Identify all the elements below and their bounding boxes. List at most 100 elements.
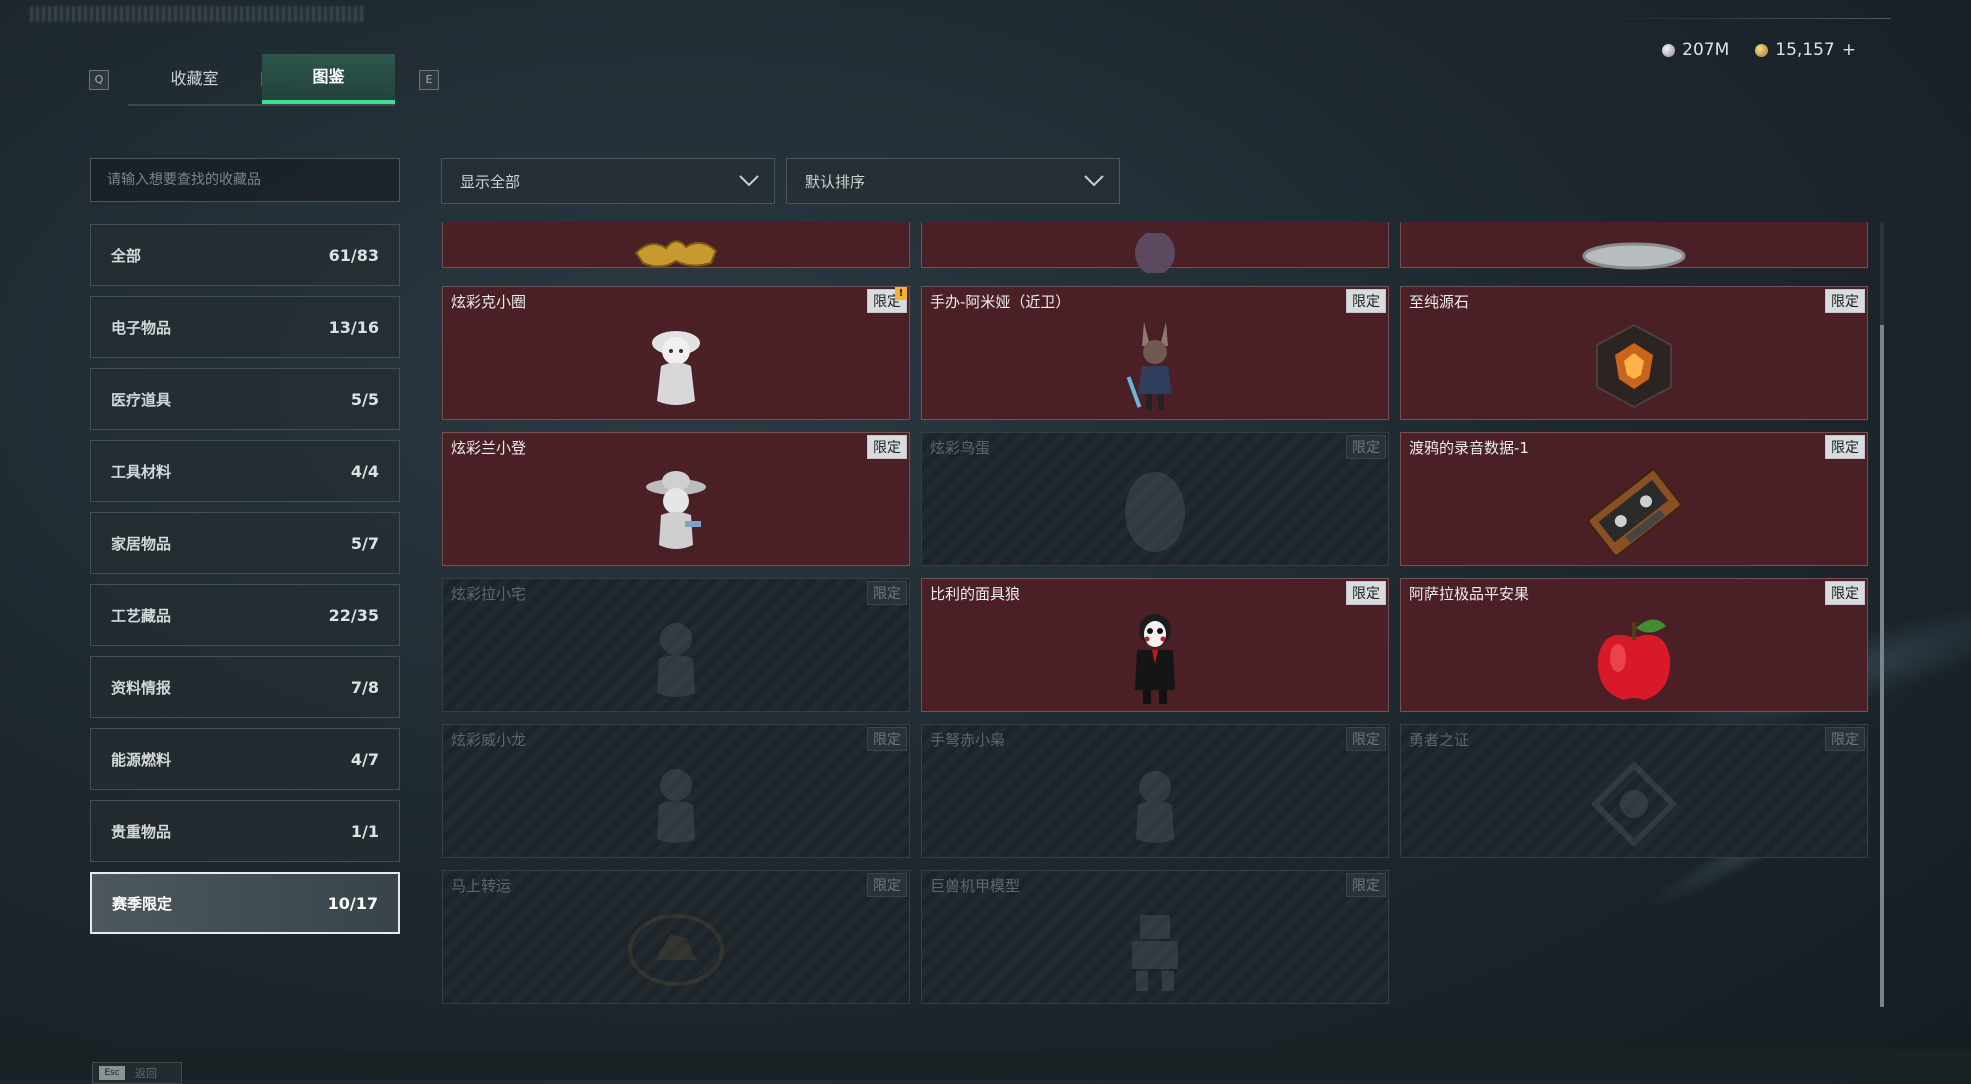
originium-crystal-icon (1596, 324, 1672, 409)
billy-puppet-icon (1135, 614, 1175, 705)
back-key-hint: Esc (99, 1066, 125, 1080)
cassette-tape-icon (1587, 469, 1682, 557)
collection-card[interactable]: 手弩赤小枭 限定 (921, 724, 1389, 858)
gold-coin-icon (1755, 43, 1769, 57)
gold-amount: 15,157 (1775, 40, 1835, 60)
limited-badge: 限定 (1346, 581, 1386, 605)
limited-badge: 限定 (1346, 289, 1386, 313)
silver-currency: 207M (1662, 40, 1729, 60)
category-count: 13/16 (328, 317, 379, 337)
owl-figure-icon (1136, 771, 1174, 844)
collection-card[interactable]: 阿萨拉极品平安果 限定 (1400, 578, 1868, 712)
mech-model-icon (1132, 915, 1178, 992)
collection-card[interactable]: 马上转运 限定 (442, 870, 910, 1004)
tab-collection-room[interactable]: 收藏室 (128, 54, 261, 104)
tab-catalog[interactable]: 图鉴 (262, 54, 395, 104)
category-energy[interactable]: 能源燃料 4/7 (90, 728, 400, 790)
collection-card[interactable]: 巨兽机甲模型 限定 (921, 870, 1389, 1004)
collection-card[interactable]: 炫彩克小圈 限定 ! (442, 286, 910, 420)
golden-dragon-icon (634, 240, 718, 268)
egg-icon (1125, 472, 1185, 553)
category-label: 工艺藏品 (111, 606, 172, 625)
egg-icon (1135, 233, 1175, 273)
badge-emblem-icon (1590, 760, 1678, 848)
category-intel[interactable]: 资料情报 7/8 (90, 656, 400, 718)
category-all[interactable]: 全部 61/83 (90, 224, 400, 286)
gold-currency: 15,157 + (1755, 40, 1856, 60)
collection-card[interactable]: 炫彩兰小登 限定 (442, 432, 910, 566)
category-crafts[interactable]: 工艺藏品 22/35 (90, 584, 400, 646)
limited-badge: 限定 (1825, 435, 1865, 459)
category-tools[interactable]: 工具材料 4/4 (90, 440, 400, 502)
collection-card[interactable]: 炫彩威小龙 限定 (442, 724, 910, 858)
card-title: 炫彩拉小宅 (451, 585, 527, 603)
chevron-down-icon (1084, 175, 1104, 187)
limited-badge: 限定 (867, 435, 907, 459)
limited-badge: 限定 (867, 727, 907, 751)
card-title: 勇者之证 (1409, 731, 1470, 749)
collection-card[interactable]: 炫彩鸟蛋 限定 (921, 432, 1389, 566)
category-count: 61/83 (328, 245, 379, 265)
top-left-decoration (30, 6, 365, 22)
collection-card[interactable]: 渡鸦的录音数据-1 限定 (1400, 432, 1868, 566)
grid-scrollbar-thumb[interactable] (1880, 325, 1884, 1007)
card-title: 炫彩兰小登 (451, 439, 527, 457)
limited-badge: 限定 (1346, 435, 1386, 459)
category-medical[interactable]: 医疗道具 5/5 (90, 368, 400, 430)
figurine-icon (657, 623, 695, 698)
card-title: 至纯源石 (1409, 293, 1470, 311)
back-button[interactable]: Esc 返回 (92, 1062, 182, 1084)
knight-figurine-icon (652, 331, 700, 406)
tab-right-key-hint: E (419, 70, 439, 90)
category-label: 资料情报 (111, 678, 172, 697)
tab-left-key-hint: Q (89, 70, 109, 90)
sort-value: 默认排序 (805, 172, 866, 191)
category-count: 5/7 (350, 533, 379, 553)
display-filter-dropdown[interactable]: 显示全部 (441, 158, 775, 204)
limited-badge: 限定 (867, 873, 907, 897)
collection-card[interactable]: 至纯源石 限定 (1400, 286, 1868, 420)
category-label: 能源燃料 (111, 750, 172, 769)
amiya-figure-icon (1126, 322, 1172, 411)
category-label: 医疗道具 (111, 390, 172, 409)
limited-badge: 限定 (1346, 727, 1386, 751)
category-count: 4/4 (350, 461, 379, 481)
collection-card[interactable]: 勇者之证 限定 (1400, 724, 1868, 858)
card-title: 炫彩克小圈 (451, 293, 527, 311)
category-count: 7/8 (350, 677, 379, 697)
collection-card[interactable]: 比利的面具狼 限定 (921, 578, 1389, 712)
card-title: 手办-阿米娅（近卫） (930, 293, 1071, 311)
category-count: 22/35 (328, 605, 379, 625)
category-valuables[interactable]: 贵重物品 1/1 (90, 800, 400, 862)
card-title: 渡鸦的录音数据-1 (1409, 439, 1529, 457)
silver-amount: 207M (1682, 40, 1730, 60)
add-currency-button[interactable]: + (1842, 40, 1856, 60)
category-count: 4/7 (350, 749, 379, 769)
card-title: 炫彩威小龙 (451, 731, 527, 749)
category-season-limited[interactable]: 赛季限定 10/17 (90, 872, 400, 934)
card-title: 马上转运 (451, 877, 512, 895)
display-filter-value: 显示全部 (460, 172, 521, 191)
collection-card[interactable] (921, 222, 1389, 273)
limited-badge: 限定 (867, 581, 907, 605)
sort-dropdown[interactable]: 默认排序 (786, 158, 1120, 204)
silver-plate-icon (1582, 242, 1686, 270)
silver-coin-icon (1662, 43, 1676, 57)
sombrero-figurine-icon (646, 471, 706, 550)
collection-card[interactable] (1400, 222, 1868, 270)
card-title: 比利的面具狼 (930, 585, 1021, 603)
card-title: 炫彩鸟蛋 (930, 439, 991, 457)
collection-card[interactable]: 手办-阿米娅（近卫） 限定 (921, 286, 1389, 420)
golden-horse-icon (628, 914, 724, 987)
category-household[interactable]: 家居物品 5/7 (90, 512, 400, 574)
search-input[interactable] (91, 159, 399, 201)
collection-card[interactable] (442, 222, 910, 268)
bottom-bar (0, 1050, 1971, 1080)
back-label: 返回 (135, 1067, 157, 1080)
collection-card[interactable]: 炫彩拉小宅 限定 (442, 578, 910, 712)
figurine-icon (657, 769, 695, 844)
currency-bar: 207M 15,157 + (1662, 40, 1856, 60)
card-title: 阿萨拉极品平安果 (1409, 585, 1530, 603)
collection-grid: 炫彩克小圈 限定 ! 手办-阿米娅（近卫） 限定 至纯源石 限定 炫彩兰小登 限… (440, 222, 1870, 1007)
category-electronics[interactable]: 电子物品 13/16 (90, 296, 400, 358)
